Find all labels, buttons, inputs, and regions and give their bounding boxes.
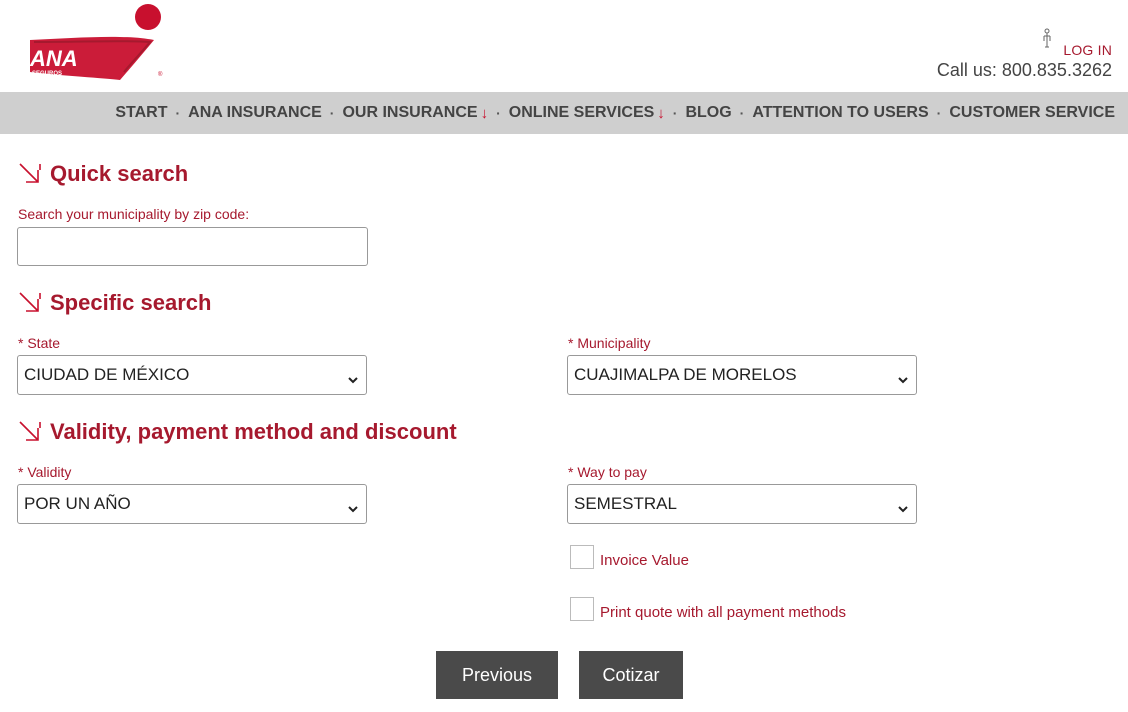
validity-select[interactable]: POR UN AÑO [17, 484, 367, 524]
nav-separator: · [496, 105, 501, 121]
chevron-down-icon [898, 369, 908, 389]
state-select-value: CIUDAD DE MÉXICO [24, 365, 190, 384]
nav-item-attention-to-users[interactable]: ATTENTION TO USERS [752, 104, 928, 122]
quick-search-heading: Quick search [18, 161, 188, 187]
arrow-down-icon: ↓ [480, 104, 489, 122]
chevron-down-icon [348, 369, 358, 389]
svg-text:SEGUROS: SEGUROS [32, 71, 62, 77]
municipality-select[interactable]: CUAJIMALPA DE MORELOS [567, 355, 917, 395]
nav-separator: · [175, 105, 181, 121]
cotizar-button[interactable]: Cotizar [579, 651, 683, 699]
login-link[interactable]: LOG IN [1043, 28, 1112, 58]
nav-item-our-insurance[interactable]: OUR INSURANCE ↓ [342, 104, 488, 122]
print-quote-checkbox[interactable] [570, 597, 594, 621]
nav-item-online-services[interactable]: ONLINE SERVICES ↓ [509, 104, 665, 122]
nav-separator: · [672, 105, 678, 121]
print-quote-label: Print quote with all payment methods [600, 603, 846, 621]
nav-label: BLOG [685, 104, 732, 121]
way-to-pay-label: * Way to pay [568, 464, 647, 480]
previous-button[interactable]: Previous [436, 651, 558, 699]
invoice-value-option: Invoice Value [570, 545, 689, 569]
nav-label: ATTENTION TO USERS [752, 104, 929, 121]
nav-label: START [115, 104, 168, 121]
zip-code-label: Search your municipality by zip code: [18, 206, 250, 222]
way-to-pay-select[interactable]: SEMESTRAL [567, 484, 917, 524]
svg-text:®: ® [158, 71, 163, 78]
nav-label: ANA INSURANCE [188, 104, 322, 121]
nav-item-ana-insurance[interactable]: ANA INSURANCE [188, 104, 322, 122]
chevron-down-icon [348, 498, 358, 518]
state-select[interactable]: CIUDAD DE MÉXICO [17, 355, 367, 395]
ana-seguros-logo[interactable]: ANA SEGUROS ® [24, 2, 170, 82]
nav-label: ONLINE SERVICES [508, 104, 655, 121]
diagonal-arrow-icon [18, 291, 42, 315]
nav-separator: · [739, 105, 745, 121]
nav-label: CUSTOMER SERVICE [949, 104, 1115, 121]
nav-item-customer-service[interactable]: CUSTOMER SERVICE [949, 104, 1115, 122]
section-title: Quick search [50, 161, 189, 186]
way-to-pay-select-value: SEMESTRAL [574, 494, 677, 513]
invoice-value-checkbox[interactable] [570, 545, 594, 569]
section-title: Validity, payment method and discount [50, 419, 457, 444]
chevron-down-icon [898, 498, 908, 518]
main-nav: START · ANA INSURANCE · OUR INSURANCE ↓ ·… [0, 92, 1128, 134]
municipality-select-value: CUAJIMALPA DE MORELOS [574, 365, 797, 384]
user-icon [1040, 28, 1054, 53]
invoice-value-label: Invoice Value [600, 551, 689, 569]
validity-label: * Validity [18, 464, 72, 480]
login-label: LOG IN [1063, 42, 1112, 58]
print-quote-option: Print quote with all payment methods [570, 597, 846, 621]
call-us-text: Call us: 800.835.3262 [936, 60, 1112, 80]
site-header: ANA SEGUROS ® LOG IN Call us: 800.835.32… [0, 0, 1128, 92]
nav-item-start[interactable]: START [115, 104, 167, 122]
nav-item-blog[interactable]: BLOG [685, 104, 731, 122]
municipality-label: * Municipality [568, 335, 651, 351]
svg-text:ANA: ANA [29, 46, 78, 71]
diagonal-arrow-icon [18, 162, 42, 186]
nav-separator: · [936, 105, 942, 121]
section-title: Specific search [50, 290, 212, 315]
validity-select-value: POR UN AÑO [24, 494, 131, 513]
specific-search-heading: Specific search [18, 290, 211, 316]
arrow-down-icon: ↓ [657, 104, 665, 122]
validity-heading: Validity, payment method and discount [18, 419, 457, 445]
state-label: * State [18, 335, 61, 351]
nav-label: OUR INSURANCE [342, 104, 478, 121]
diagonal-arrow-icon [18, 420, 42, 444]
nav-separator: · [329, 105, 335, 121]
zip-code-input[interactable] [17, 227, 368, 266]
